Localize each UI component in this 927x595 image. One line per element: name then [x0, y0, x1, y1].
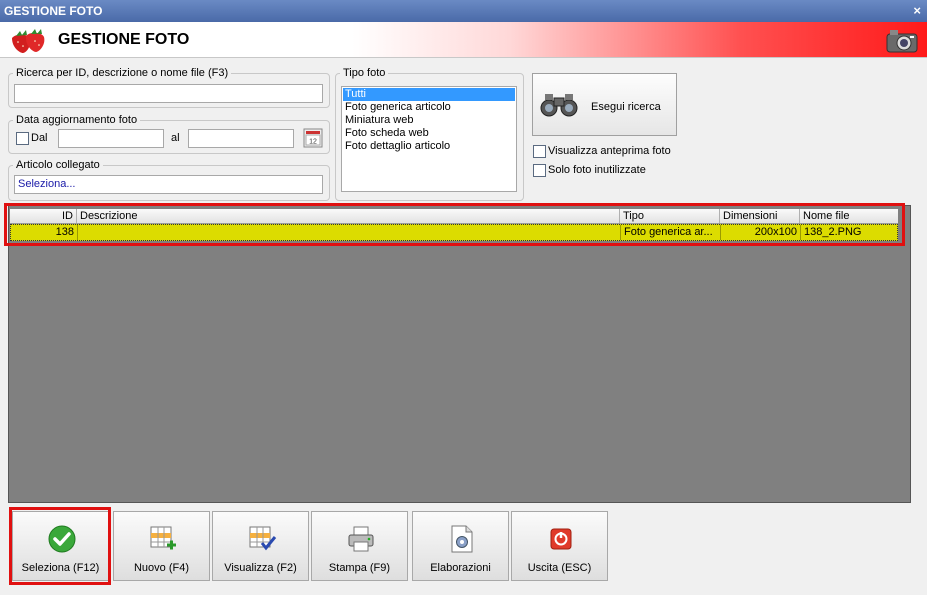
elaborazioni-label: Elaborazioni [430, 562, 491, 574]
camera-icon [886, 30, 918, 53]
al-label: al [171, 132, 180, 144]
calendar-icon[interactable]: 12 [303, 128, 323, 148]
results-grid: ID Descrizione Tipo Dimensioni Nome file… [8, 205, 911, 503]
tipo-foto-listbox[interactable]: Tutti Foto generica articolo Miniatura w… [341, 86, 517, 192]
power-icon [550, 528, 572, 550]
window-titlebar: GESTIONE FOTO × [0, 0, 927, 22]
search-input[interactable] [14, 84, 323, 103]
article-input[interactable]: Seleziona... [14, 175, 323, 194]
binoculars-icon [540, 94, 578, 117]
header-banner: GESTIONE FOTO [0, 22, 927, 58]
stampa-label: Stampa (F9) [328, 562, 391, 574]
seleziona-annotation-box [9, 507, 111, 585]
tipo-option-generica[interactable]: Foto generica articolo [343, 101, 515, 114]
article-legend: Articolo collegato [16, 159, 100, 171]
view-grid-icon [249, 526, 277, 551]
window-title: GESTIONE FOTO [4, 4, 103, 18]
tipo-option-tutti[interactable]: Tutti [343, 88, 515, 101]
close-icon[interactable]: × [913, 0, 921, 22]
uscita-label: Uscita (ESC) [527, 562, 592, 574]
preview-label: Visualizza anteprima foto [548, 145, 671, 157]
esegui-ricerca-button[interactable]: Esegui ricerca [532, 73, 677, 136]
document-gear-icon [451, 525, 473, 553]
strawberry-icon [12, 29, 45, 53]
tipo-option-dettaglio[interactable]: Foto dettaglio articolo [343, 140, 515, 153]
date-to-input[interactable] [188, 129, 294, 148]
elaborazioni-button[interactable]: Elaborazioni [412, 511, 509, 581]
uscita-button[interactable]: Uscita (ESC) [511, 511, 608, 581]
preview-checkbox[interactable] [533, 145, 546, 158]
nuovo-button[interactable]: Nuovo (F4) [113, 511, 210, 581]
unused-checkbox[interactable] [533, 164, 546, 177]
date-from-input[interactable] [58, 129, 164, 148]
stampa-button[interactable]: Stampa (F9) [311, 511, 408, 581]
tipo-foto-legend: Tipo foto [343, 67, 386, 79]
svg-text:12: 12 [309, 139, 317, 146]
nuovo-label: Nuovo (F4) [133, 562, 190, 574]
tipo-option-scheda[interactable]: Foto scheda web [343, 127, 515, 140]
page-title: GESTIONE FOTO [58, 31, 190, 48]
grid-annotation-box [4, 203, 905, 246]
search-legend: Ricerca per ID, descrizione o nome file … [16, 67, 229, 79]
dal-checkbox[interactable] [16, 132, 29, 145]
date-legend: Data aggiornamento foto [16, 114, 138, 126]
unused-label: Solo foto inutilizzate [548, 164, 646, 176]
add-grid-icon [150, 526, 176, 550]
esegui-ricerca-label: Esegui ricerca [591, 101, 661, 113]
printer-icon [348, 526, 374, 552]
dal-label: Dal [31, 132, 48, 144]
visualizza-button[interactable]: Visualizza (F2) [212, 511, 309, 581]
visualizza-label: Visualizza (F2) [224, 562, 297, 574]
tipo-option-miniatura[interactable]: Miniatura web [343, 114, 515, 127]
